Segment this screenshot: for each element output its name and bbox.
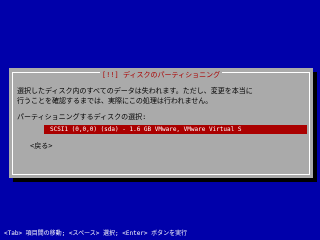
disk-select-prompt: パーティショニングするディスクの選択: [17,113,147,121]
back-button[interactable]: <戻る> [30,141,52,151]
message-line-1: 選択したディスク内のすべてのデータは失われます。ただし、変更を本当に [17,87,253,95]
disk-option-sda[interactable]: SCSI1 (0,0,0) (sda) - 1.6 GB VMware, VMw… [44,125,307,134]
message-line-2: 行うことを確認するまでは、実際にこの処理は行われません。 [17,97,213,105]
status-bar: <Tab> 項目間の移動; <スペース> 選択; <Enter> ボタンを実行 [4,230,188,237]
dialog-message: 選択したディスク内のすべてのデータは失われます。ただし、変更を本当に 行うことを… [17,86,307,106]
partition-dialog: [!!] ディスクのパーティショニング 選択したディスク内のすべてのデータは失わ… [9,67,317,182]
dialog-title: [!!] ディスクのパーティショニング [99,71,223,79]
dialog-title-bar: [!!] ディスクのパーティショニング [9,67,313,79]
